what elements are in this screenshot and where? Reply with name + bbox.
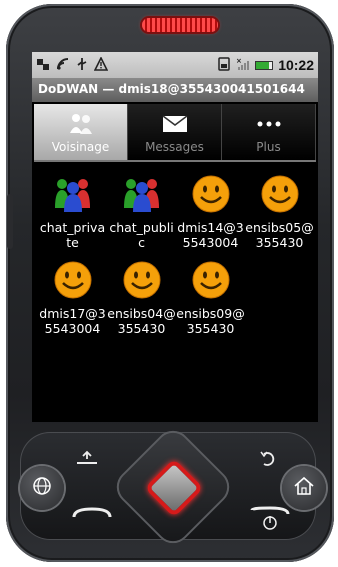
group-icon (120, 172, 164, 216)
smiley-icon (120, 258, 164, 302)
neighbors-icon (68, 112, 94, 136)
smiley-icon (189, 258, 233, 302)
upload-icon (77, 450, 97, 464)
smiley-icon (189, 172, 233, 216)
more-dots-icon (256, 112, 282, 136)
tab-label: Voisinage (51, 140, 110, 154)
neighbor-label: dmis14@35543004 (177, 220, 244, 250)
neighbor-label: chat_public (109, 220, 174, 250)
neighbor-item[interactable]: dmis14@35543004 (176, 172, 245, 250)
home-icon (293, 476, 315, 500)
tab-messages[interactable]: Messages (128, 104, 222, 160)
neighbor-item[interactable]: ensibs05@355430 (245, 172, 314, 250)
home-button[interactable] (282, 466, 326, 510)
neighbor-item[interactable]: chat_private (38, 172, 107, 250)
tab-bar: Voisinage Messages Plus (34, 104, 316, 162)
wifi-icon (56, 57, 70, 74)
neighbor-label: ensibs09@355430 (176, 306, 245, 336)
hardware-keypad (10, 423, 328, 551)
usb-icon (76, 57, 88, 74)
app-title: DoDWAN — dmis18@355430041501644 (32, 78, 318, 102)
neighbor-item[interactable]: chat_public (107, 172, 176, 250)
menu-key[interactable] (74, 450, 100, 470)
status-clock: 10:22 (278, 57, 314, 73)
neighbor-label: dmis17@35543004 (39, 306, 106, 336)
usb-debug-icon (36, 57, 50, 74)
svg-text:×: × (236, 57, 242, 65)
tab-label: Messages (145, 140, 204, 154)
status-bar: × 10:22 (32, 52, 318, 78)
battery-icon (255, 60, 274, 70)
end-call-key[interactable] (250, 506, 290, 536)
back-key[interactable] (258, 450, 278, 472)
call-icon (72, 507, 112, 518)
warning-icon (93, 55, 109, 74)
neighbor-item[interactable]: dmis17@35543004 (38, 258, 107, 336)
neighbor-label: chat_private (39, 220, 106, 250)
smiley-icon (51, 258, 95, 302)
globe-button[interactable] (20, 466, 64, 510)
neighbor-label: ensibs04@355430 (107, 306, 176, 336)
globe-icon (32, 476, 52, 500)
signal-icon: × (236, 57, 250, 74)
tab-plus[interactable]: Plus (222, 104, 316, 160)
back-arrow-icon (260, 451, 275, 466)
neighbor-item[interactable]: ensibs04@355430 (107, 258, 176, 336)
screen: × 10:22 DoDWAN — dmis18@355430041501644 … (32, 52, 318, 422)
tab-voisinage[interactable]: Voisinage (34, 104, 128, 160)
phone-body: × 10:22 DoDWAN — dmis18@355430041501644 … (6, 4, 334, 562)
neighbor-label: ensibs05@355430 (245, 220, 314, 250)
tab-label: Plus (256, 140, 281, 154)
sim-icon (217, 56, 231, 74)
end-call-icon (250, 506, 290, 530)
neighbor-item[interactable]: ensibs09@355430 (176, 258, 245, 336)
call-key[interactable] (72, 506, 112, 525)
smiley-icon (258, 172, 302, 216)
envelope-icon (162, 112, 188, 136)
group-icon (51, 172, 95, 216)
earpiece-speaker (142, 18, 218, 32)
volume-key[interactable] (7, 194, 13, 249)
neighbor-grid: chat_private chat_public dmis14@35543004 (38, 172, 318, 336)
